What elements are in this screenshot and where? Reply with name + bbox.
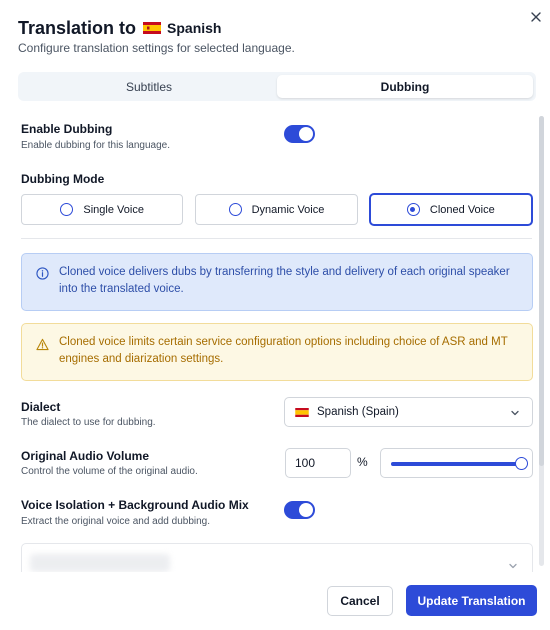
enable-dubbing-label: Enable Dubbing xyxy=(21,122,113,136)
voice-isolation-label: Voice Isolation + Background Audio Mix xyxy=(21,498,249,512)
spain-flag-icon xyxy=(143,22,162,34)
voice-isolation-help: Extract the original voice and add dubbi… xyxy=(21,516,211,527)
mode-label: Dynamic Voice xyxy=(251,203,325,216)
close-icon[interactable] xyxy=(527,8,545,26)
warning-icon xyxy=(36,338,49,351)
voice-isolation-toggle[interactable] xyxy=(284,501,315,519)
info-notice: Cloned voice delivers dubs by transferri… xyxy=(21,253,533,311)
mode-single-voice[interactable]: Single Voice xyxy=(21,194,184,225)
scrollbar[interactable] xyxy=(539,116,544,566)
warning-notice: Cloned voice limits certain service conf… xyxy=(21,323,533,381)
dialog-footer: Cancel Update Translation xyxy=(0,572,550,630)
dialog-language: Spanish xyxy=(167,20,222,36)
tab-dubbing[interactable]: Dubbing xyxy=(277,75,533,98)
toggle-knob xyxy=(299,503,313,517)
slider-handle[interactable] xyxy=(515,457,528,470)
info-notice-text: Cloned voice delivers dubs by transferri… xyxy=(59,266,510,295)
mode-label: Single Voice xyxy=(83,203,144,216)
chevron-down-icon xyxy=(511,410,519,416)
dubbing-mode-label: Dubbing Mode xyxy=(21,172,105,186)
chevron-down-icon xyxy=(509,563,517,569)
dialog-title: Translation to Spanish xyxy=(18,16,221,40)
scrollbar-thumb[interactable] xyxy=(539,116,544,466)
spain-flag-icon xyxy=(295,407,309,417)
audio-volume-input[interactable]: 100 xyxy=(285,448,351,478)
radio-icon xyxy=(228,203,242,216)
translation-dialog: Translation to Spanish Configure transla… xyxy=(0,0,550,630)
cancel-button[interactable]: Cancel xyxy=(327,586,393,616)
info-icon xyxy=(36,267,49,280)
mode-dynamic-voice[interactable]: Dynamic Voice xyxy=(195,194,358,225)
blurred-placeholder xyxy=(30,554,170,572)
dialect-help: The dialect to use for dubbing. xyxy=(21,417,156,428)
radio-icon xyxy=(60,203,74,216)
divider xyxy=(21,238,532,239)
warning-notice-text: Cloned voice limits certain service conf… xyxy=(59,336,508,365)
slider-fill xyxy=(391,462,521,466)
slider-track xyxy=(391,457,528,470)
mode-cloned-voice[interactable]: Cloned Voice xyxy=(369,194,532,225)
mode-tabs: Subtitles Dubbing xyxy=(18,72,536,101)
dialect-value: Spanish (Spain) xyxy=(317,406,399,418)
audio-volume-label: Original Audio Volume xyxy=(21,449,150,463)
audio-volume-help: Control the volume of the original audio… xyxy=(21,466,198,477)
dialect-select[interactable]: Spanish (Spain) xyxy=(284,397,533,427)
toggle-knob xyxy=(299,127,313,141)
tab-subtitles[interactable]: Subtitles xyxy=(21,75,277,98)
enable-dubbing-help: Enable dubbing for this language. xyxy=(21,140,171,151)
dubbing-mode-options: Single Voice Dynamic Voice Cloned Voice xyxy=(21,194,532,225)
mode-label: Cloned Voice xyxy=(429,203,495,216)
enable-dubbing-toggle[interactable] xyxy=(284,125,315,143)
radio-selected-icon xyxy=(406,203,420,216)
dialog-subtitle: Configure translation settings for selec… xyxy=(18,41,295,55)
dialect-label: Dialect xyxy=(21,400,61,414)
dialog-title-text: Translation to xyxy=(18,17,137,38)
percent-unit: % xyxy=(357,455,368,469)
update-translation-button[interactable]: Update Translation xyxy=(406,585,537,616)
audio-volume-slider[interactable] xyxy=(380,448,533,478)
